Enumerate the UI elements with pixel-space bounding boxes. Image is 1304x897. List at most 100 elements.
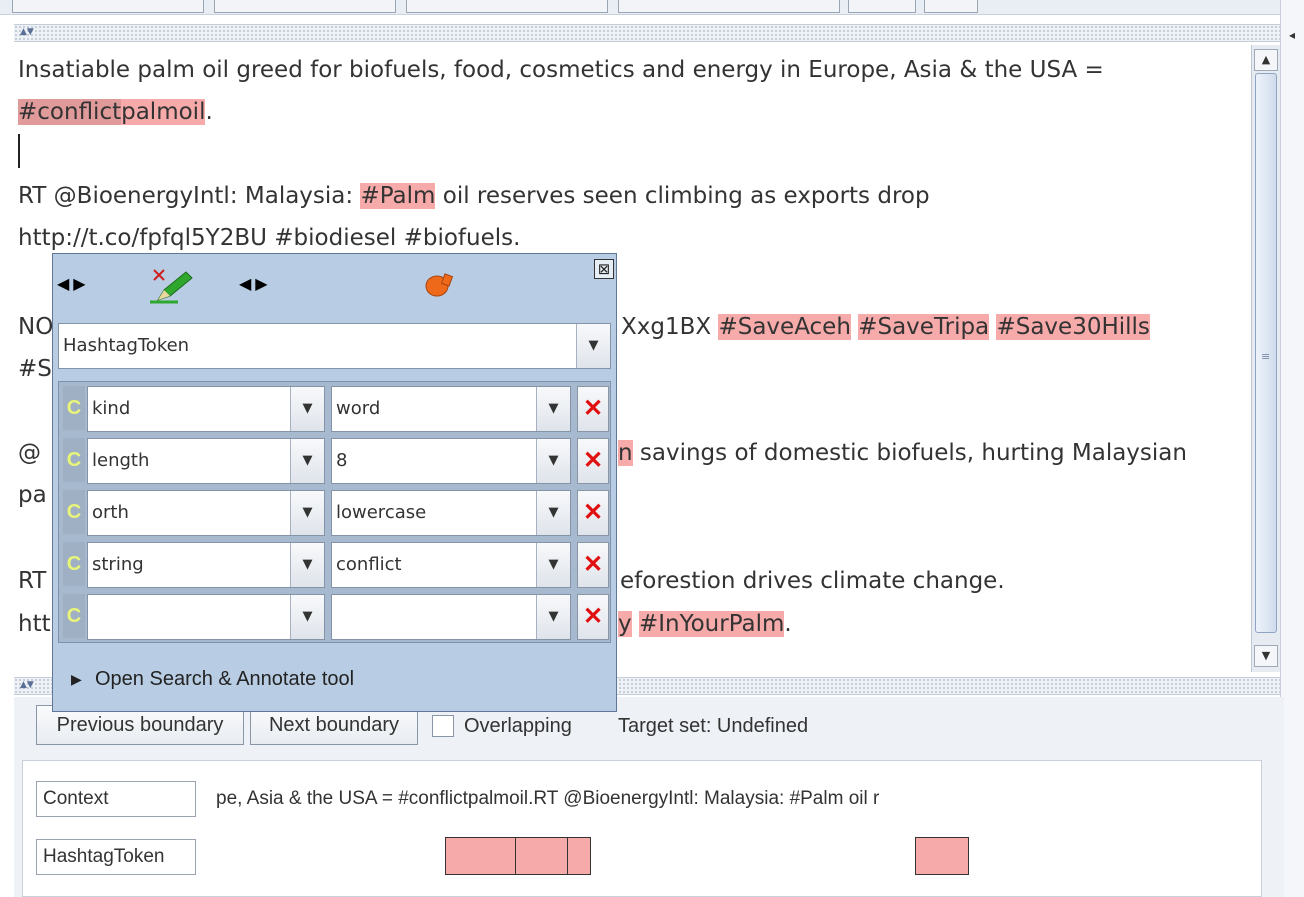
chevron-down-icon[interactable]: ▼ — [536, 595, 570, 639]
feature-row: Clength ▼ 8 ▼ ✕ — [59, 436, 610, 486]
chevron-down-icon[interactable]: ▼ — [576, 324, 610, 368]
text-segment: http://t.co/fpfql5Y2BU #biodiesel #biofu… — [18, 225, 521, 251]
feature-row: Ckind ▼ word ▼ ✕ — [59, 384, 610, 434]
feature-value-combo[interactable]: conflict ▼ — [331, 542, 571, 588]
text-line: y #InYourPalm. — [618, 603, 792, 645]
annotation-box[interactable] — [445, 837, 516, 875]
toolbar-button[interactable] — [924, 0, 978, 13]
context-button[interactable]: Context — [36, 781, 196, 817]
feature-table: Ckind ▼ word ▼ ✕ Clength ▼ 8 ▼ ✕ Corth ▼ lowercase ▼ ✕… — [58, 381, 611, 643]
annotation-highlight[interactable]: #Save — [858, 314, 934, 340]
feature-value-combo[interactable]: 8 ▼ — [331, 438, 571, 484]
top-toolbar — [0, 0, 1304, 15]
chevron-down-icon[interactable]: ▼ — [290, 387, 324, 431]
text-segment: pa — [18, 482, 47, 508]
annotation-highlight[interactable]: Palm — [728, 611, 785, 637]
expand-triangle-icon[interactable]: ▶ — [71, 672, 82, 688]
c-icon: C — [63, 490, 85, 534]
feature-value-combo[interactable]: lowercase ▼ — [331, 490, 571, 536]
delete-feature-button[interactable]: ✕ — [577, 386, 609, 432]
feature-value-value: word — [336, 398, 381, 419]
hashtagtoken-row-button[interactable]: HashtagToken — [36, 839, 196, 875]
open-search-annotate-link[interactable]: Open Search & Annotate tool — [95, 668, 354, 691]
text-line: n savings of domestic biofuels, hurting … — [618, 432, 1187, 474]
text-cursor — [18, 134, 20, 168]
feature-row: Cstring ▼ conflict ▼ ✕ — [59, 540, 610, 590]
toolbar-button[interactable] — [214, 0, 396, 13]
feature-row: C ▼ ▼ ✕ — [59, 592, 610, 642]
collapse-arrow-icon[interactable]: ◂ — [1289, 29, 1295, 41]
feature-value-value: conflict — [336, 554, 402, 575]
annotation-box[interactable] — [567, 837, 591, 875]
annotation-highlight[interactable]: Aceh — [794, 314, 851, 340]
scroll-up-button[interactable]: ▲ — [1254, 49, 1278, 71]
annotation-highlight[interactable]: #Palm — [360, 183, 436, 209]
annotation-highlight[interactable]: n — [618, 440, 633, 466]
chevron-down-icon[interactable]: ▼ — [290, 595, 324, 639]
edit-pencil-icon[interactable] — [148, 266, 194, 306]
chevron-down-icon[interactable]: ▼ — [536, 491, 570, 535]
pin-icon[interactable] — [423, 271, 455, 299]
chevron-down-icon[interactable]: ▼ — [536, 439, 570, 483]
target-set-label: Target set: Undefined — [618, 715, 809, 737]
prev-next-annotation-arrows-icon[interactable]: ◀▶ — [57, 274, 90, 293]
toolbar-button[interactable] — [406, 0, 608, 13]
feature-name-combo[interactable]: kind ▼ — [87, 386, 325, 432]
delete-feature-button[interactable]: ✕ — [577, 490, 609, 536]
text-line: Xxg1BX #SaveAceh #SaveTripa #Save30Hills — [621, 306, 1150, 348]
annotation-highlight[interactable]: Tripa — [933, 314, 990, 340]
overlapping-checkbox[interactable] — [432, 715, 454, 737]
text-segment: RT — [18, 568, 47, 594]
toolbar-button[interactable] — [848, 0, 916, 13]
toolbar-button[interactable] — [12, 0, 204, 13]
feature-name-combo[interactable]: string ▼ — [87, 542, 325, 588]
overlapping-label: Overlapping — [464, 715, 572, 737]
chevron-down-icon[interactable]: ▼ — [290, 439, 324, 483]
text-line: htt — [18, 603, 51, 645]
collapse-arrows-icon[interactable]: ▲▼ — [20, 680, 34, 690]
c-icon: C — [63, 438, 85, 482]
chevron-down-icon[interactable]: ▼ — [536, 543, 570, 587]
feature-name-combo[interactable]: length ▼ — [87, 438, 325, 484]
chevron-down-icon[interactable]: ▼ — [290, 491, 324, 535]
annotation-highlight[interactable]: #conflict — [18, 99, 122, 125]
scroll-thumb[interactable]: ≡ — [1255, 73, 1277, 633]
annotation-highlight[interactable]: Your — [679, 611, 729, 637]
text-segment: @ — [18, 440, 41, 466]
close-button[interactable]: ⊠ — [594, 259, 614, 279]
annotation-highlight[interactable]: palm — [121, 99, 179, 125]
annotation-highlight[interactable]: #Save30 — [996, 314, 1102, 340]
c-icon: C — [63, 594, 85, 638]
annotation-highlight[interactable]: oil — [178, 99, 206, 125]
text-segment: savings of domestic biofuels, hurting Ma… — [632, 440, 1187, 466]
scroll-down-button[interactable]: ▼ — [1254, 645, 1278, 667]
text-segment: Insatiable palm oil greed for biofuels, … — [18, 57, 1104, 83]
text-segment: eforestion drives climate change. — [620, 568, 1005, 594]
c-icon: C — [63, 542, 85, 586]
annotation-highlight[interactable]: Hills — [1101, 314, 1150, 340]
annotation-box[interactable] — [515, 837, 568, 875]
vertical-scrollbar[interactable]: ▲ ≡ ▼ — [1251, 45, 1280, 672]
prev-next-annotation-arrows-icon[interactable]: ◀▶ — [239, 274, 272, 293]
feature-name-combo[interactable]: ▼ — [87, 594, 325, 640]
grip-icon: ≡ — [1261, 350, 1271, 363]
chevron-down-icon[interactable]: ▼ — [290, 543, 324, 587]
collapse-arrows-icon[interactable]: ▲▼ — [20, 27, 34, 37]
annotation-editor-popup: ◀▶ ◀▶ ⊠ HashtagToken ▼ Ckind ▼ word ▼ ✕ Cleng… — [52, 253, 617, 712]
feature-value-combo[interactable]: word ▼ — [331, 386, 571, 432]
text-segment: #S — [18, 356, 52, 382]
delete-feature-button[interactable]: ✕ — [577, 542, 609, 588]
annotation-highlight[interactable]: #Save — [718, 314, 795, 340]
top-splitter[interactable]: ▲▼ — [14, 24, 1280, 42]
toolbar-button[interactable] — [618, 0, 840, 13]
chevron-down-icon[interactable]: ▼ — [536, 387, 570, 431]
delete-feature-button[interactable]: ✕ — [577, 594, 609, 640]
feature-name-combo[interactable]: orth ▼ — [87, 490, 325, 536]
delete-feature-button[interactable]: ✕ — [577, 438, 609, 484]
annotation-highlight[interactable]: y — [618, 611, 632, 637]
annotation-type-combo[interactable]: HashtagToken ▼ — [58, 323, 611, 369]
annotation-box[interactable] — [915, 837, 969, 875]
annotation-highlight[interactable]: #In — [638, 611, 680, 637]
annotation-stack: Context pe, Asia & the USA = #conflictpa… — [22, 760, 1262, 897]
feature-value-combo[interactable]: ▼ — [331, 594, 571, 640]
